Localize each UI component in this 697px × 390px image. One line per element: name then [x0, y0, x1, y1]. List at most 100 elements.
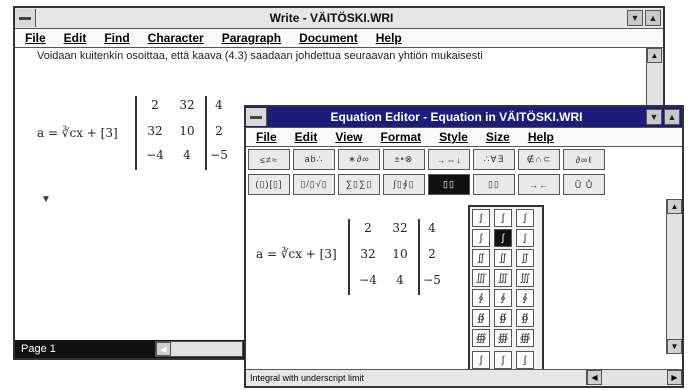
surface-integral-icon[interactable]: ∯	[494, 309, 512, 327]
relational-symbols-button[interactable]: ≤≠≈	[248, 149, 290, 170]
matrix-cell: 32	[147, 124, 163, 138]
fraction-radical-templates-button[interactable]: ▯/▯√▯	[293, 174, 335, 195]
scroll-right-arrow-icon[interactable]: ▶	[667, 370, 682, 385]
bar-templates-button[interactable]: ▯▯	[473, 174, 515, 195]
formula-lhs[interactable]: a = ∛cx + [3]	[256, 247, 337, 261]
arrow-symbols-button[interactable]: →⇔↓	[428, 149, 470, 170]
minimize-icon[interactable]: ▼	[646, 109, 662, 125]
contour-integral-icon[interactable]: ∮	[472, 289, 490, 307]
write-title-bar[interactable]: Write - VÄITÖSKI.WRI ▼ ▲	[15, 8, 663, 29]
system-menu-icon[interactable]	[15, 9, 36, 27]
matrix-cell: 32	[179, 98, 195, 112]
volume-integral-icon[interactable]: ∰	[494, 329, 512, 347]
document-text[interactable]: Voidaan kuitenkin osoittaa, että kaava (…	[37, 50, 483, 62]
matrix-cell: 2	[364, 221, 372, 235]
arrow-templates-button[interactable]: →←	[518, 174, 560, 195]
integral-template-icon[interactable]: ∫	[494, 209, 512, 227]
integral-template-icon[interactable]: ∫	[472, 209, 490, 227]
scroll-up-arrow-icon[interactable]: ▲	[667, 199, 682, 214]
menu-character[interactable]: Character	[148, 31, 204, 45]
integral-templates-button[interactable]: ▯▯	[428, 174, 470, 195]
write-menu-bar: File Edit Find Character Paragraph Docum…	[15, 29, 663, 48]
matrix-cell: 4	[428, 221, 436, 235]
matrix-cell: 32	[392, 221, 408, 235]
equation-status-bar: Integral with underscript limit ◀ ▶	[246, 369, 682, 386]
product-templates-button[interactable]: Ũ Ů	[563, 174, 605, 195]
menu-edit[interactable]: Edit	[64, 31, 87, 45]
menu-paragraph[interactable]: Paragraph	[222, 31, 281, 45]
menu-view[interactable]: View	[335, 130, 362, 144]
maximize-icon[interactable]: ▲	[645, 10, 661, 26]
integral-underscript-icon[interactable]: ∫	[494, 229, 512, 247]
double-integral-icon[interactable]: ∬	[472, 249, 490, 267]
write-horizontal-scrollbar[interactable]: ◀	[155, 341, 243, 357]
subscript-templates-button[interactable]: ∑▯∑▯	[338, 174, 380, 195]
menu-file[interactable]: File	[256, 130, 277, 144]
page-indicator: Page 1	[21, 343, 56, 355]
matrix-cell: 2	[215, 124, 223, 138]
end-mark-icon: ▼	[41, 194, 51, 205]
scroll-left-arrow-icon[interactable]: ◀	[587, 370, 602, 385]
menu-find[interactable]: Find	[104, 31, 129, 45]
menu-file[interactable]: File	[25, 31, 46, 45]
template-palette: (▯)[▯] ▯/▯√▯ ∑▯∑▯ ∫▯∮▯ ▯▯ ▯▯ →← Ũ Ů	[248, 174, 608, 197]
fence-templates-button[interactable]: (▯)[▯]	[248, 174, 290, 195]
minimize-icon[interactable]: ▼	[627, 10, 643, 26]
formula-matrix[interactable]: 2 32 4 32 10 2 −4 4 −5	[346, 219, 456, 295]
matrix-cell: 4	[215, 98, 223, 112]
scroll-up-arrow-icon[interactable]: ▲	[647, 48, 662, 63]
matrix-cell: 4	[183, 148, 191, 162]
limit-integral-icon[interactable]: ∫	[472, 351, 490, 369]
system-menu-icon[interactable]	[246, 108, 267, 126]
contour-integral-icon[interactable]: ∮	[494, 289, 512, 307]
triple-integral-icon[interactable]: ∭	[494, 269, 512, 287]
write-title: Write - VÄITÖSKI.WRI	[269, 11, 394, 25]
menu-help[interactable]: Help	[376, 31, 402, 45]
matrix-cell: 10	[392, 247, 408, 261]
contour-integral-icon[interactable]: ∮	[516, 289, 534, 307]
operator-symbols-button[interactable]: ±•⊗	[383, 149, 425, 170]
scroll-left-arrow-icon[interactable]: ◀	[156, 342, 171, 356]
volume-integral-icon[interactable]: ∰	[516, 329, 534, 347]
matrix-cell: −5	[210, 148, 228, 162]
limit-integral-icon[interactable]: ∫	[516, 351, 534, 369]
matrix-cell: 4	[396, 273, 404, 287]
surface-integral-icon[interactable]: ∯	[472, 309, 490, 327]
matrix-cell: 32	[360, 247, 376, 261]
embellishments-button[interactable]: ∗∂∞	[338, 149, 380, 170]
spaces-ellipses-button[interactable]: ab∴	[293, 149, 335, 170]
maximize-icon[interactable]: ▲	[664, 109, 680, 125]
surface-integral-icon[interactable]: ∯	[516, 309, 534, 327]
integral-template-icon[interactable]: ∫	[516, 209, 534, 227]
summation-templates-button[interactable]: ∫▯∮▯	[383, 174, 425, 195]
limit-integral-icon[interactable]: ∫	[494, 351, 512, 369]
equation-editor-title: Equation Editor - Equation in VÄITÖSKI.W…	[330, 110, 583, 124]
menu-document[interactable]: Document	[299, 31, 358, 45]
scroll-down-arrow-icon[interactable]: ▼	[667, 339, 682, 354]
formula-matrix: 2 32 4 32 10 2 −4 4 −5	[133, 96, 243, 170]
set-theory-symbols-button[interactable]: ∉∩⊂	[518, 149, 560, 170]
equation-editor-window: Equation Editor - Equation in VÄITÖSKI.W…	[244, 105, 684, 388]
menu-help[interactable]: Help	[528, 130, 554, 144]
menu-style[interactable]: Style	[439, 130, 468, 144]
equation-vertical-scrollbar[interactable]: ▲ ▼	[666, 199, 682, 354]
menu-edit[interactable]: Edit	[295, 130, 318, 144]
triple-integral-icon[interactable]: ∭	[516, 269, 534, 287]
integral-templates-popup: ∫ ∫ ∫ ∫ ∫ ∫ ∬ ∬ ∬ ∭ ∭ ∭ ∮ ∮ ∮ ∯ ∯ ∯ ∰ ∰ …	[468, 205, 544, 381]
equation-menu-bar: File Edit View Format Style Size Help	[246, 128, 682, 147]
integral-template-icon[interactable]: ∫	[472, 229, 490, 247]
matrix-cell: 10	[179, 124, 195, 138]
integral-template-icon[interactable]: ∫	[516, 229, 534, 247]
equation-editor-title-bar[interactable]: Equation Editor - Equation in VÄITÖSKI.W…	[246, 107, 682, 128]
double-integral-icon[interactable]: ∬	[494, 249, 512, 267]
matrix-cell: −4	[359, 273, 377, 287]
logical-symbols-button[interactable]: ∴∀∃	[473, 149, 515, 170]
symbol-palette: ≤≠≈ ab∴ ∗∂∞ ±•⊗ →⇔↓ ∴∀∃ ∉∩⊂ ∂∞ℓ	[248, 149, 608, 172]
double-integral-icon[interactable]: ∬	[516, 249, 534, 267]
menu-size[interactable]: Size	[486, 130, 510, 144]
triple-integral-icon[interactable]: ∭	[472, 269, 490, 287]
misc-symbols-button[interactable]: ∂∞ℓ	[563, 149, 605, 170]
menu-format[interactable]: Format	[380, 130, 421, 144]
equation-horizontal-scrollbar[interactable]: ◀ ▶	[586, 370, 682, 385]
volume-integral-icon[interactable]: ∰	[472, 329, 490, 347]
